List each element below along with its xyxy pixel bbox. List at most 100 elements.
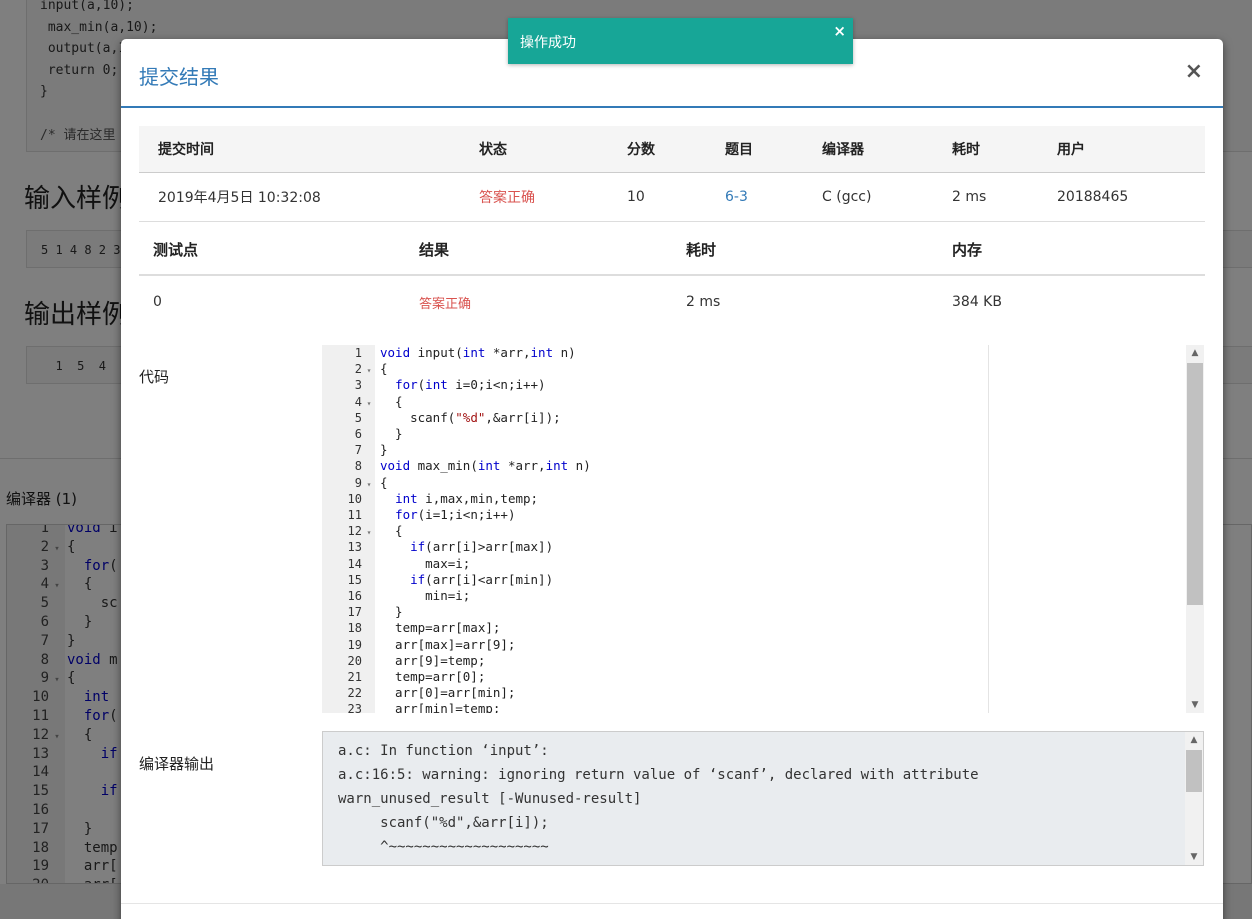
compiler-output-line: warn_unused_result [-Wunused-result]: [338, 791, 642, 807]
code-line: 5 scanf("%d",&arr[i]);: [322, 410, 962, 426]
testpoint-memory: 384 KB: [952, 294, 1002, 310]
code-text: if(arr[i]<arr[min]): [410, 571, 554, 587]
code-line: 14 max=i;: [322, 556, 962, 572]
compiler-output[interactable]: a.c: In function ‘input’: a.c:16:5: warn…: [322, 731, 1204, 866]
code-text: {: [380, 523, 403, 539]
close-icon[interactable]: ×: [1185, 61, 1203, 83]
code-line: 4 ▾ {: [322, 394, 962, 410]
compiler-output-line: a.c:16:5: warning: ignoring return value…: [338, 767, 979, 783]
code-text: }: [380, 604, 403, 620]
code-line: 1 void input(int *arr,int n): [322, 345, 962, 361]
code-text: scanf("%d",&arr[i]);: [380, 409, 561, 425]
header-result: 结果: [419, 240, 450, 259]
line-number: 6: [354, 427, 362, 441]
score: 10: [627, 189, 645, 205]
modal-footer-divider: [121, 903, 1223, 904]
line-number: 23: [347, 702, 362, 713]
code-text: arr[min]=temp;: [380, 701, 501, 713]
line-number: 17: [347, 605, 362, 620]
code-scrollbar[interactable]: ▲ ▼: [1186, 345, 1204, 713]
testpoint-result: 答案正确: [419, 296, 472, 312]
code-text: temp=arr[0];: [380, 669, 486, 684]
line-number: 2: [354, 362, 362, 377]
line-number: 13: [347, 540, 362, 555]
code-text: max=i;: [380, 555, 471, 571]
code-line: 13 if(arr[i]>arr[max]): [322, 539, 962, 555]
scroll-up-icon[interactable]: ▲: [1186, 345, 1204, 361]
code-text: }: [380, 426, 403, 441]
code-line: 22 arr[0]=arr[min];: [322, 685, 962, 701]
testpoint-table: 测试点 结果 耗时 内存 0 答案正确 2 ms 384 KB: [139, 224, 1205, 328]
code-text: arr[max]=arr[9];: [380, 636, 516, 652]
header-score: 分数: [627, 142, 655, 158]
header-compiler: 编译器: [822, 142, 864, 158]
problem-link[interactable]: 6-3: [725, 173, 748, 221]
line-number: 5: [354, 410, 362, 425]
code-line: 10 int i,max,min,temp;: [322, 491, 962, 507]
scroll-down-icon[interactable]: ▼: [1186, 697, 1204, 713]
code-text: arr[0]=arr[min];: [380, 685, 516, 701]
code-line: 12 ▾ {: [322, 523, 962, 539]
compiler-name: C (gcc): [822, 189, 872, 205]
code-text: void max_min(int *arr,int n): [380, 458, 591, 474]
summary-row: 2019年4月5日 10:32:08 答案正确 10 6-3 C (gcc) 2…: [139, 173, 1205, 222]
line-number: 22: [347, 686, 362, 701]
summary-header-row: 提交时间 状态 分数 题目 编译器 耗时 用户: [139, 126, 1205, 173]
header-duration: 耗时: [952, 142, 980, 158]
compiler-output-line: a.c: In function ‘input’:: [338, 743, 549, 759]
line-number: 10: [347, 491, 362, 506]
code-line: 6 }: [322, 426, 962, 442]
testpoint-header-row: 测试点 结果 耗时 内存: [139, 224, 1205, 276]
submit-time: 2019年4月5日 10:32:08: [158, 190, 321, 206]
modal-title: 提交结果: [139, 65, 219, 89]
testpoint-row: 0 答案正确 2 ms 384 KB: [139, 276, 1205, 328]
line-number: 7: [354, 443, 362, 458]
header-memory: 内存: [952, 240, 983, 259]
line-number: 19: [347, 637, 362, 652]
line-number: 16: [347, 589, 362, 603]
code-line: 8 void max_min(int *arr,int n): [322, 458, 962, 474]
code-text: }: [380, 442, 388, 458]
code-line: 20 arr[9]=temp;: [322, 653, 962, 669]
compiler-output-scroll-thumb[interactable]: [1186, 750, 1202, 792]
code-line: 21 temp=arr[0];: [322, 669, 962, 685]
code-line: 16 min=i;: [322, 588, 962, 604]
scroll-down-icon[interactable]: ▼: [1185, 849, 1203, 865]
code-text: {: [380, 361, 388, 377]
code-line: 11 for(i=1;i<n;i++): [322, 507, 962, 523]
code-text: {: [380, 474, 388, 490]
line-number: 18: [347, 621, 362, 636]
header-status: 状态: [479, 142, 507, 158]
close-icon[interactable]: ×: [833, 22, 846, 40]
compiler-output-line: ^~~~~~~~~~~~~~~~~~~~: [338, 839, 549, 855]
code-text: temp=arr[max];: [380, 620, 501, 636]
code-text: for(i=1;i<n;i++): [395, 507, 516, 522]
code-viewer[interactable]: 1 void input(int *arr,int n) 2 ▾{3 for(int …: [322, 345, 1204, 713]
summary-table: 提交时间 状态 分数 题目 编译器 耗时 用户 2019年4月5日 10:32:…: [139, 126, 1205, 222]
code-line: 19 arr[max]=arr[9];: [322, 637, 962, 653]
line-number: 20: [347, 653, 362, 668]
status-badge: 答案正确: [479, 190, 535, 206]
code-line: 15 if(arr[i]<arr[min]): [322, 572, 962, 588]
line-number: 3: [354, 378, 362, 393]
user-id: 20188465: [1057, 189, 1129, 205]
line-number: 9: [354, 475, 362, 490]
line-number: 11: [347, 508, 362, 522]
code-label: 代码: [139, 368, 170, 386]
code-text: if(arr[i]>arr[max]): [410, 539, 554, 555]
header-tp-duration: 耗时: [686, 240, 717, 259]
compiler-output-scrollbar[interactable]: ▲ ▼: [1185, 732, 1203, 865]
code-line: 9 ▾{: [322, 475, 962, 491]
line-number: 15: [347, 572, 362, 587]
code-line: 3 for(int i=0;i<n;i++): [322, 377, 962, 393]
testpoint-id: 0: [153, 294, 162, 310]
code-text: int i,max,min,temp;: [395, 490, 539, 506]
scroll-up-icon[interactable]: ▲: [1185, 732, 1203, 748]
duration: 2 ms: [952, 189, 987, 205]
testpoint-duration: 2 ms: [686, 294, 721, 310]
compiler-output-label: 编译器输出: [139, 755, 215, 773]
code-text: min=i;: [380, 588, 471, 603]
code-line: 7}: [322, 442, 962, 458]
code-scroll-thumb[interactable]: [1187, 363, 1203, 605]
line-number: 21: [347, 670, 362, 684]
